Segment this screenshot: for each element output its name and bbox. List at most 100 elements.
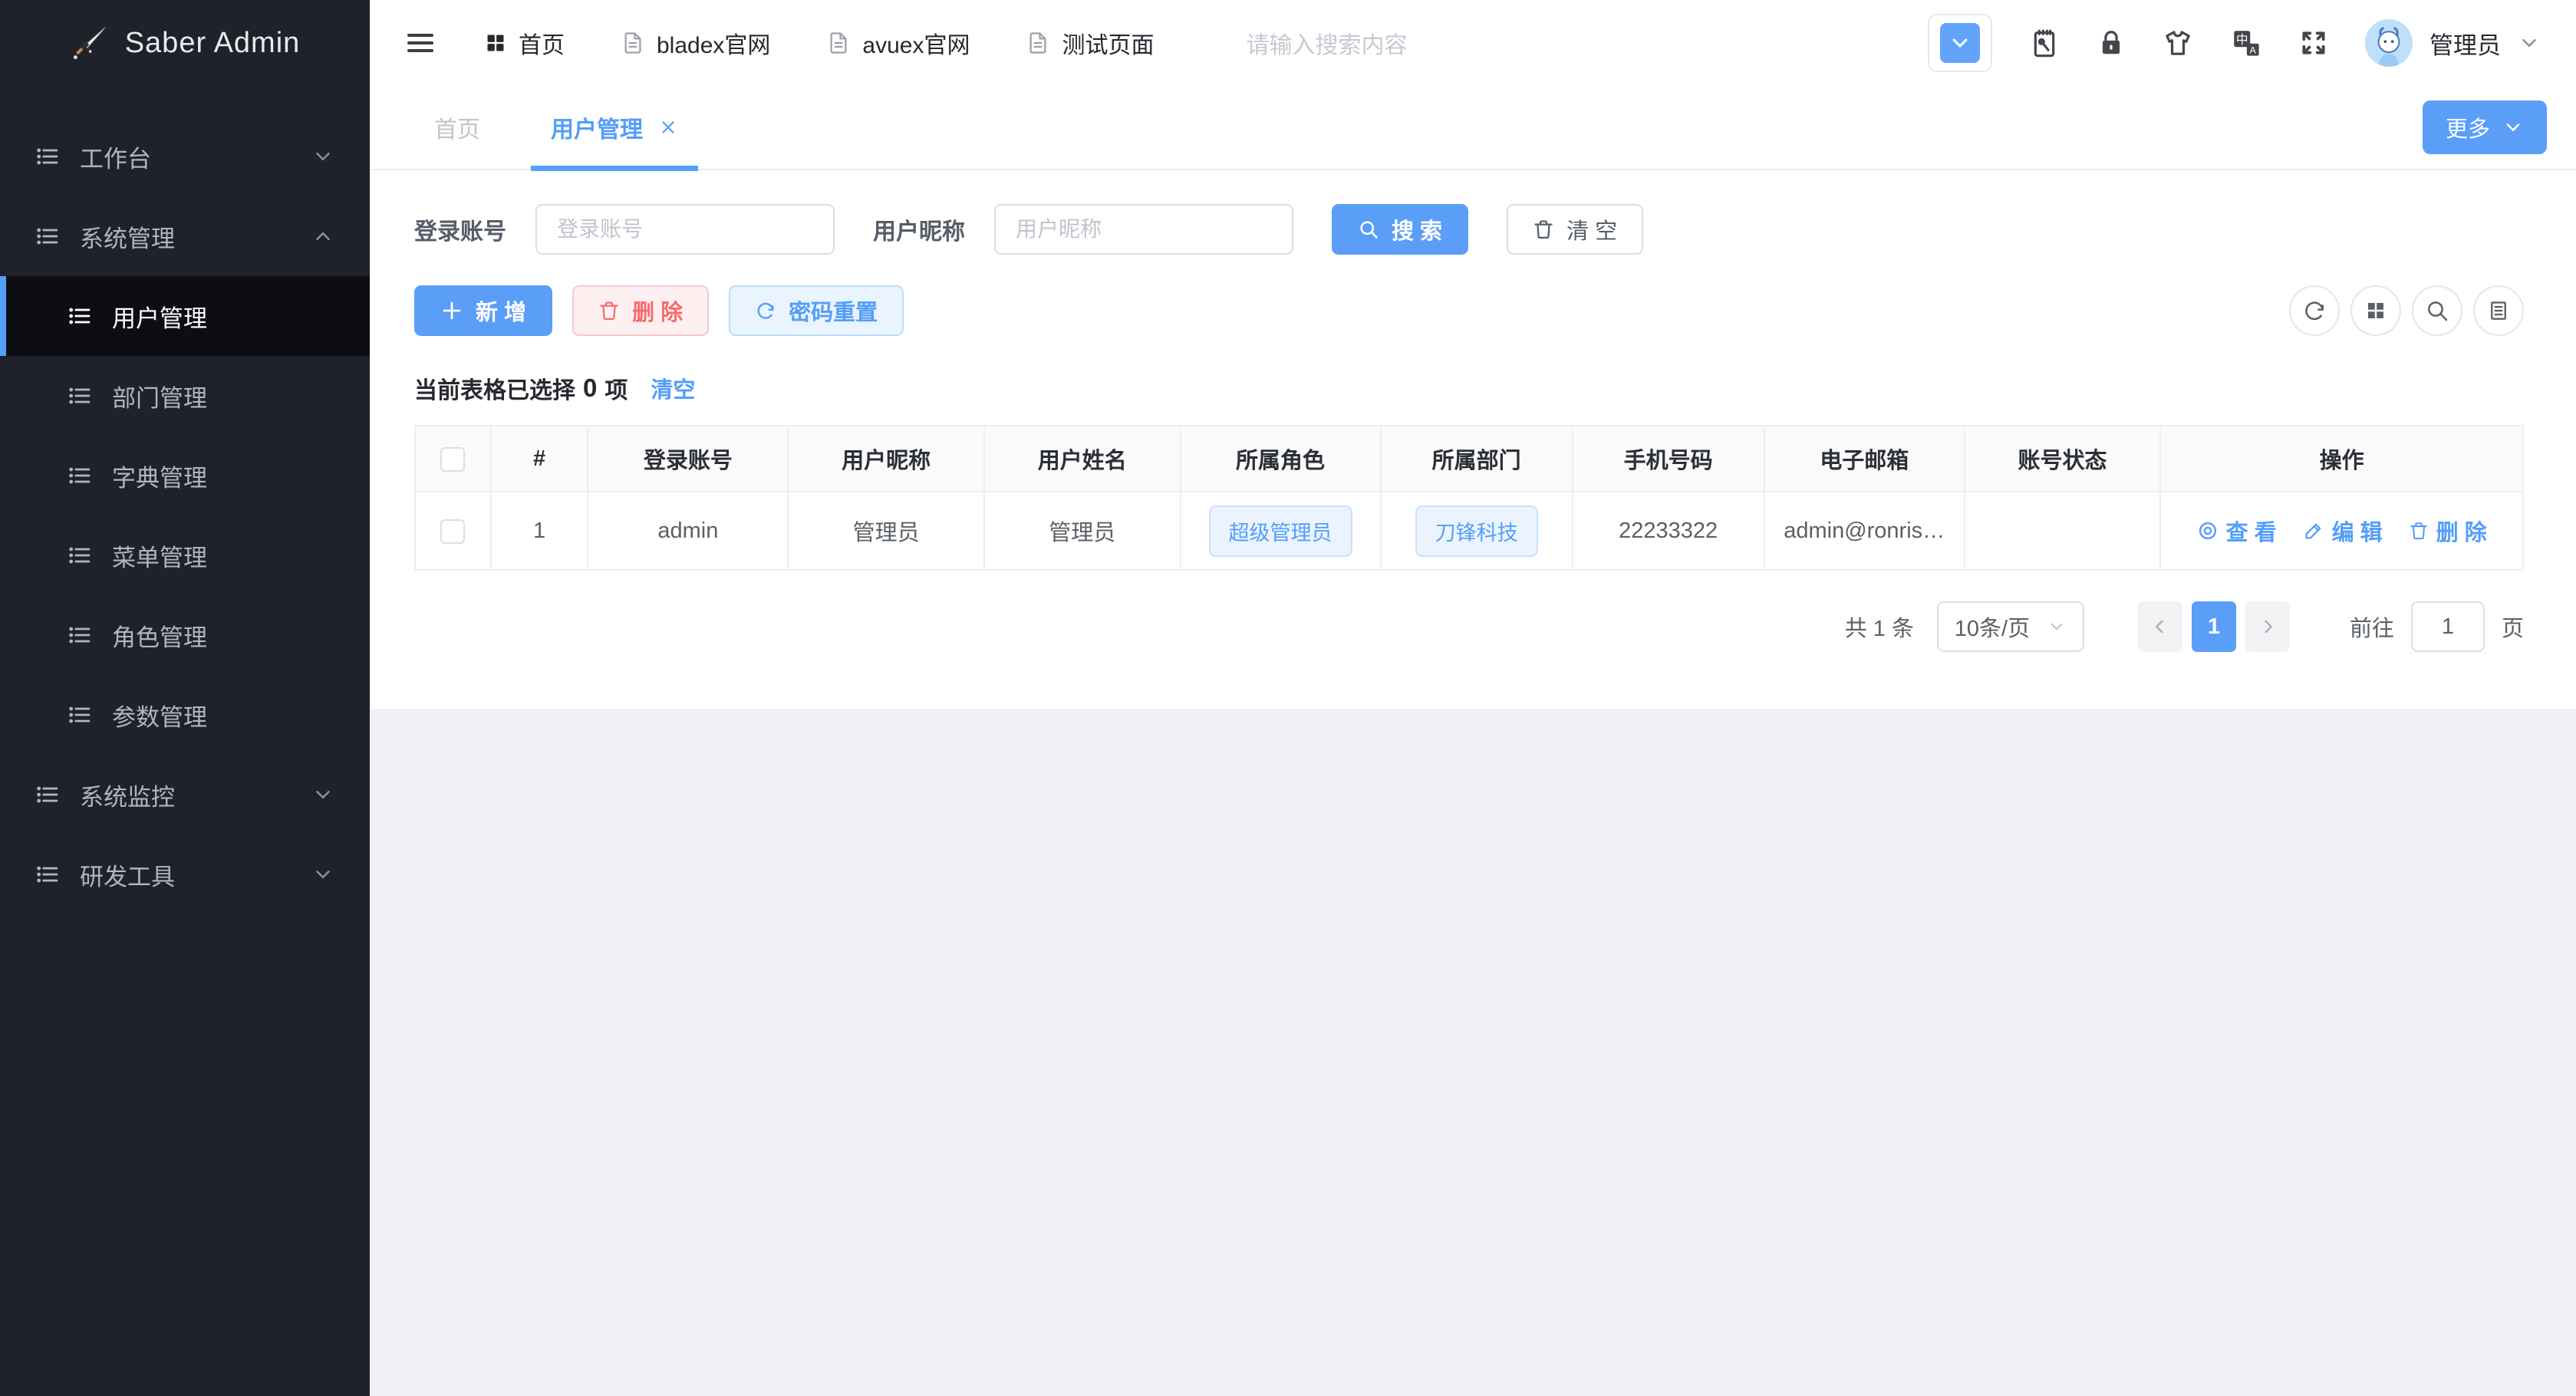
saber-sword-icon [70, 23, 110, 63]
svg-text:中: 中 [2236, 33, 2248, 47]
column-settings-button[interactable] [2350, 285, 2401, 336]
sidebar-item-menu-management[interactable]: 菜单管理 [0, 515, 370, 595]
refresh-icon [755, 300, 776, 321]
col-account: 登录账号 [587, 425, 789, 492]
sidebar-item-dept-management[interactable]: 部门管理 [0, 356, 370, 436]
pencil-icon [2303, 520, 2324, 542]
table-tool-icons [2289, 285, 2524, 336]
col-actions: 操作 [2159, 425, 2524, 492]
sidebar-item-dev-tools[interactable]: 研发工具 [0, 835, 370, 914]
theme-shirt-icon[interactable] [2163, 28, 2193, 58]
delete-button[interactable]: 删 除 [572, 285, 710, 336]
cell-phone: 22233322 [1571, 491, 1765, 571]
trash-icon [1533, 219, 1554, 240]
user-management-panel: 登录账号 用户昵称 搜 索 清 空 新 增 删 除 [370, 170, 2576, 709]
topnav-item-test-page[interactable]: 测试页面 [1026, 26, 1154, 60]
topnav-item-home[interactable]: 首页 [485, 26, 565, 60]
account-input[interactable] [535, 204, 835, 255]
more-label: 更多 [2445, 117, 2490, 142]
col-nickname: 用户昵称 [787, 425, 985, 492]
edit-link[interactable]: 编 辑 [2303, 515, 2383, 547]
selection-count: 0 [583, 374, 598, 402]
select-all-checkbox[interactable] [440, 446, 466, 472]
col-role: 所属角色 [1179, 425, 1382, 492]
role-tag: 超级管理员 [1208, 505, 1352, 557]
sidebar-item-system-monitor[interactable]: 系统监控 [0, 755, 370, 835]
page-size-select[interactable]: 10条/页 [1936, 601, 2084, 652]
row-actions: 查 看 编 辑 删 除 [2162, 515, 2522, 547]
topnav-label: bladex官网 [657, 33, 771, 58]
sidebar-item-label: 用户管理 [112, 305, 207, 332]
add-button[interactable]: 新 增 [414, 285, 553, 336]
topnav-item-avuex[interactable]: avuex官网 [827, 26, 970, 60]
language-translate-icon[interactable]: 中A [2230, 27, 2262, 59]
reset-password-button[interactable]: 密码重置 [729, 285, 904, 336]
cell-index: 1 [489, 491, 589, 571]
clear-selection-link[interactable]: 清空 [651, 372, 695, 404]
topnav-label: 首页 [519, 33, 565, 58]
top-menu-toggle-button[interactable] [1928, 14, 1992, 72]
main-area: 首页 bladex官网 avuex官网 测试页面 请输入搜索内容 中 A 管理员… [370, 0, 2576, 1396]
goto-page: 前往 页 [2350, 601, 2524, 652]
col-dept: 所属部门 [1379, 425, 1573, 492]
document-icon [1026, 31, 1049, 54]
col-status: 账号状态 [1963, 425, 2162, 492]
prev-page-button[interactable] [2137, 601, 2182, 652]
sidebar-item-label: 部门管理 [112, 384, 207, 412]
sidebar-item-label: 系统管理 [80, 225, 175, 252]
sidebar-item-param-management[interactable]: 参数管理 [0, 675, 370, 755]
app-title: Saber Admin [124, 26, 301, 59]
cell-account: admin [587, 491, 789, 571]
table-actions: 新 增 删 除 密码重置 [414, 285, 2524, 336]
view-link[interactable]: 查 看 [2197, 515, 2277, 547]
tab-label: 用户管理 [551, 117, 643, 143]
more-tabs-button[interactable]: 更多 [2422, 100, 2547, 154]
goto-page-input[interactable] [2410, 601, 2485, 652]
sidebar-item-label: 参数管理 [112, 703, 207, 731]
trash-icon [598, 300, 620, 321]
cell-name: 管理员 [983, 491, 1181, 571]
close-icon[interactable] [658, 117, 678, 137]
topnav-item-bladex[interactable]: bladex官网 [621, 26, 770, 60]
list-icon [35, 144, 60, 169]
user-menu[interactable]: 管理员 [2365, 19, 2541, 67]
grid-icon [485, 32, 506, 54]
col-name: 用户姓名 [983, 425, 1181, 492]
refresh-table-button[interactable] [2289, 285, 2340, 336]
cell-status [1963, 491, 2162, 571]
delete-link[interactable]: 删 除 [2409, 515, 2487, 547]
nickname-input[interactable] [994, 204, 1293, 255]
user-table: # 登录账号 用户昵称 用户姓名 所属角色 所属部门 手机号码 电子邮箱 账号状… [414, 425, 2524, 571]
tab-user-management[interactable]: 用户管理 [531, 85, 698, 171]
tab-label: 首页 [434, 117, 480, 143]
current-page-button[interactable]: 1 [2191, 601, 2236, 652]
sidebar-item-label: 菜单管理 [112, 544, 207, 571]
sidebar-item-dict-management[interactable]: 字典管理 [0, 436, 370, 515]
fullscreen-icon[interactable] [2299, 28, 2328, 58]
page-background [370, 709, 2576, 1396]
list-icon [68, 543, 92, 568]
clear-filters-button[interactable]: 清 空 [1507, 204, 1644, 255]
global-search-input[interactable]: 请输入搜索内容 [1246, 26, 1407, 60]
table-header-row: # 登录账号 用户昵称 用户姓名 所属角色 所属部门 手机号码 电子邮箱 账号状… [414, 425, 2524, 492]
trash-icon [2409, 521, 2429, 541]
filter-form: 登录账号 用户昵称 搜 索 清 空 [414, 204, 2524, 255]
search-button[interactable]: 搜 索 [1332, 204, 1469, 255]
row-checkbox[interactable] [440, 519, 466, 544]
lock-icon[interactable] [2097, 28, 2126, 58]
sidebar-item-system-management[interactable]: 系统管理 [0, 196, 370, 276]
sidebar-item-workbench[interactable]: 工作台 [0, 117, 370, 196]
page-nav: 1 [2137, 601, 2290, 652]
export-list-button[interactable] [2473, 285, 2524, 336]
col-email: 电子邮箱 [1763, 425, 1965, 492]
document-icon [621, 31, 644, 54]
sidebar-item-user-management[interactable]: 用户管理 [0, 276, 370, 356]
toggle-search-button[interactable] [2412, 285, 2462, 336]
tab-home[interactable]: 首页 [414, 85, 500, 170]
app-logo: Saber Admin [0, 0, 370, 86]
debug-clipboard-icon[interactable] [2029, 28, 2060, 58]
sidebar-item-role-management[interactable]: 角色管理 [0, 595, 370, 675]
collapse-menu-icon[interactable] [405, 28, 436, 58]
next-page-button[interactable] [2245, 601, 2290, 652]
col-phone: 手机号码 [1571, 425, 1765, 492]
